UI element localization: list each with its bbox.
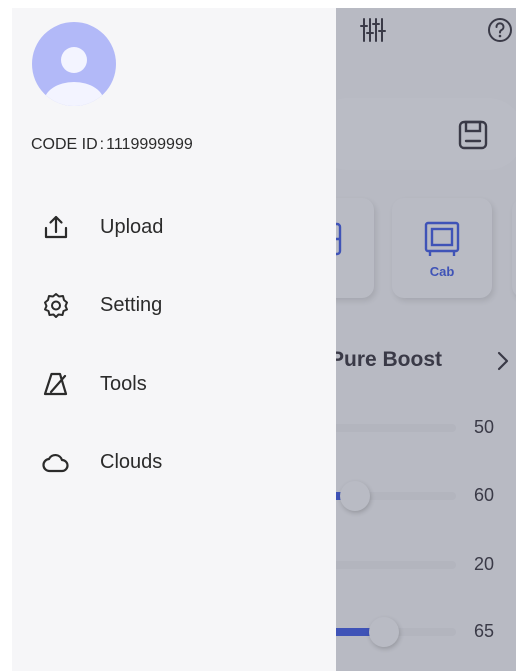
slider-value: 60 (474, 485, 495, 505)
slider-thumb[interactable] (340, 481, 370, 511)
menu-item-setting[interactable]: Setting (32, 282, 312, 328)
menu-item-label: Clouds (100, 451, 163, 473)
cab-icon (424, 221, 460, 256)
effect-title: Pure Boost (330, 348, 443, 371)
chevron-right-icon[interactable] (496, 351, 510, 371)
avatar[interactable] (32, 22, 116, 106)
module-card[interactable] (512, 198, 516, 298)
metronome-icon (43, 372, 68, 396)
code-id-separator: : (99, 136, 105, 153)
menu-item-clouds[interactable]: Clouds (32, 439, 312, 485)
menu-item-upload[interactable]: Upload (32, 204, 312, 250)
module-label: Cab (429, 264, 455, 279)
module-card-cab[interactable]: Cab (392, 198, 492, 298)
code-id-label: CODE ID (31, 136, 98, 153)
upload-icon (44, 215, 68, 239)
slider-value: 20 (474, 554, 495, 574)
menu-item-label: Setting (100, 294, 163, 316)
code-id-value: 1119999999 (106, 136, 193, 153)
menu-item-label: Upload (100, 216, 164, 238)
app-screen: Cab Pure Boost 50 60 20 65 CODE ID:11199999… (12, 8, 516, 671)
navigation-drawer: CODE ID:1119999999 Upload Setting Tools (12, 8, 336, 671)
user-icon (44, 47, 104, 106)
gear-icon (44, 293, 68, 318)
slider-thumb[interactable] (369, 617, 399, 647)
cloud-icon (42, 453, 69, 473)
slider-value: 65 (474, 621, 495, 641)
code-id: CODE ID:1119999999 (31, 136, 193, 154)
mixer-icon[interactable] (358, 16, 386, 44)
slider-value: 50 (474, 417, 495, 437)
menu-item-label: Tools (100, 373, 147, 395)
help-icon[interactable] (486, 16, 514, 44)
save-icon[interactable] (456, 118, 490, 152)
menu-item-tools[interactable]: Tools (32, 361, 312, 407)
